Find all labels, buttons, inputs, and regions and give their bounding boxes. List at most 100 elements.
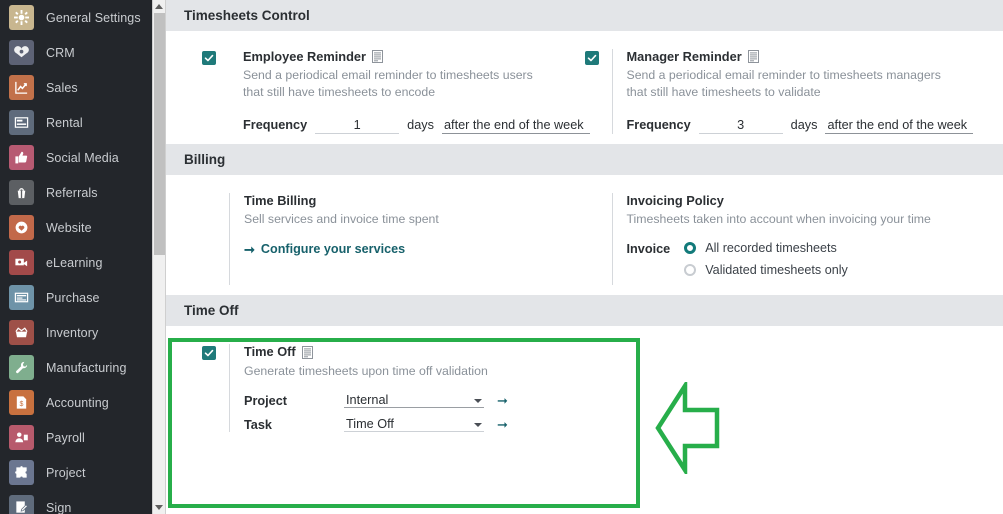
employee-reminder-frequency-row: Frequency days — [243, 117, 590, 134]
time-off-checkbox[interactable] — [202, 346, 216, 361]
invoice-label: Invoice — [626, 242, 671, 257]
section-body-billing: Time Billing Sell services and invoice t… — [166, 175, 1003, 296]
frequency-unit-label: days — [790, 117, 818, 132]
configure-services-link[interactable]: ➞ Configure your services — [244, 242, 585, 256]
arrow-right-icon: ➞ — [244, 241, 255, 257]
scrollbar-thumb[interactable] — [154, 13, 165, 255]
frequency-unit-label: days — [407, 117, 434, 132]
invoicing-policy-description: Timesheets taken into account when invoi… — [626, 211, 931, 226]
invoice-icon: $ — [9, 390, 34, 415]
sidebar-item-purchase[interactable]: Purchase — [0, 280, 152, 315]
time-billing-description: Sell services and invoice time spent — [244, 211, 439, 226]
sidebar-item-project[interactable]: Project — [0, 455, 152, 490]
scroll-up-button[interactable] — [153, 0, 165, 13]
manager-reminder-frequency-row: Frequency days — [626, 117, 1003, 134]
task-value: Time Off — [346, 417, 394, 432]
task-select[interactable]: Time Off — [344, 417, 484, 433]
chart-up-icon — [9, 75, 34, 100]
radio-option-label: Validated timesheets only — [705, 263, 848, 278]
document-icon — [301, 345, 313, 359]
radio-unselected-icon — [684, 264, 697, 277]
sidebar-item-inventory[interactable]: Inventory — [0, 315, 152, 350]
task-label: Task — [244, 417, 272, 432]
sidebar-item-crm[interactable]: CRM — [0, 35, 152, 70]
sidebar-item-social-media[interactable]: Social Media — [0, 140, 152, 175]
divider — [611, 192, 613, 286]
employee-reminder-title: Employee Reminder — [243, 49, 367, 64]
manager-reminder-title-row: Manager Reminder — [627, 49, 1003, 64]
sidebar-item-label: CRM — [46, 45, 75, 60]
page-scrollbar[interactable] — [152, 0, 166, 514]
sidebar-item-label: Payroll — [46, 430, 85, 445]
radio-option-all-recorded[interactable]: All recorded timesheets — [684, 241, 848, 255]
scroll-down-button[interactable] — [153, 501, 165, 514]
employee-reminder-checkbox[interactable] — [202, 51, 216, 65]
sidebar-item-general-settings[interactable]: General Settings — [0, 0, 152, 35]
manager-frequency-input[interactable] — [698, 117, 783, 134]
document-icon — [372, 50, 384, 64]
handshake-icon — [9, 40, 34, 65]
setting-manager-reminder: Manager Reminder Send a periodical email… — [584, 31, 1003, 144]
sidebar-item-referrals[interactable]: Referrals — [0, 175, 152, 210]
check-icon — [204, 54, 214, 62]
gear-icon — [9, 5, 34, 30]
divider — [229, 192, 230, 286]
employee-reminder-title-row: Employee Reminder — [243, 49, 590, 64]
thumbs-up-icon — [9, 145, 34, 170]
sidebar-item-label: Purchase — [46, 290, 100, 305]
sidebar-item-website[interactable]: Website — [0, 210, 152, 245]
employee-frequency-when-input[interactable] — [441, 117, 590, 134]
settings-main: Timesheets Control Employee Reminder Sen… — [166, 0, 1003, 514]
sidebar-item-label: Manufacturing — [46, 360, 127, 375]
card-icon — [9, 110, 34, 135]
desc-line-1: Send a periodical email reminder to time… — [243, 68, 533, 83]
project-label: Project — [244, 393, 288, 408]
employee-frequency-input[interactable] — [315, 117, 400, 134]
puzzle-icon — [9, 460, 34, 485]
task-internal-link[interactable]: ➞ — [497, 418, 508, 431]
sidebar-item-label: Social Media — [46, 150, 119, 165]
sidebar-item-label: Inventory — [46, 325, 99, 340]
setting-invoicing-policy: Invoicing Policy Timesheets taken into a… — [585, 175, 1003, 296]
employee-reminder-description: Send a periodical email reminder to time… — [243, 67, 590, 100]
desc-line-2: that still have timesheets to encode — [243, 84, 436, 99]
sidebar-item-rental[interactable]: Rental — [0, 105, 152, 140]
frequency-label: Frequency — [626, 117, 691, 132]
project-field-row: Project Internal ➞ — [244, 393, 585, 409]
setting-time-off: Time Off Generate timesheets upon time o… — [166, 326, 585, 442]
app-sidebar[interactable]: General Settings CRM Sales Rental Social Med… — [0, 0, 152, 514]
section-title: Timesheets Control — [184, 8, 310, 23]
signature-icon — [9, 495, 34, 514]
project-internal-link[interactable]: ➞ — [497, 394, 508, 407]
section-title: Time Off — [184, 303, 239, 319]
project-select[interactable]: Internal — [344, 393, 484, 409]
radio-option-validated-only[interactable]: Validated timesheets only — [684, 263, 848, 277]
sidebar-item-payroll[interactable]: Payroll — [0, 420, 152, 455]
configure-services-label: Configure your services — [260, 242, 406, 257]
sidebar-item-label: Project — [46, 465, 86, 480]
gift-bag-icon — [9, 180, 34, 205]
sidebar-item-sales[interactable]: Sales — [0, 70, 152, 105]
desc-line-2: that still have timesheets to validate — [626, 84, 821, 99]
globe-heart-icon — [9, 215, 34, 240]
sidebar-item-manufacturing[interactable]: Manufacturing — [0, 350, 152, 385]
section-body-time-off: Time Off Generate timesheets upon time o… — [166, 326, 1003, 442]
chevron-down-icon — [474, 423, 482, 428]
sidebar-item-label: eLearning — [46, 255, 103, 270]
sidebar-item-elearning[interactable]: eLearning — [0, 245, 152, 280]
section-header-timesheets-control: Timesheets Control — [166, 0, 1003, 31]
chevron-down-icon — [474, 399, 482, 404]
manager-frequency-when-input[interactable] — [825, 117, 974, 134]
time-off-title-row: Time Off — [244, 344, 585, 359]
wrench-icon — [9, 355, 34, 380]
sidebar-item-label: Sales — [46, 80, 78, 95]
divider — [611, 49, 613, 134]
sidebar-item-sign[interactable]: Sign — [0, 490, 152, 514]
sidebar-item-accounting[interactable]: $ Accounting — [0, 385, 152, 420]
manager-reminder-checkbox[interactable] — [584, 51, 599, 65]
sidebar-item-label: Sign — [46, 500, 72, 514]
time-off-title: Time Off — [244, 344, 296, 360]
invoicing-policy-title: Invoicing Policy — [626, 192, 724, 208]
chevron-up-icon — [155, 4, 163, 9]
check-icon — [204, 350, 214, 357]
